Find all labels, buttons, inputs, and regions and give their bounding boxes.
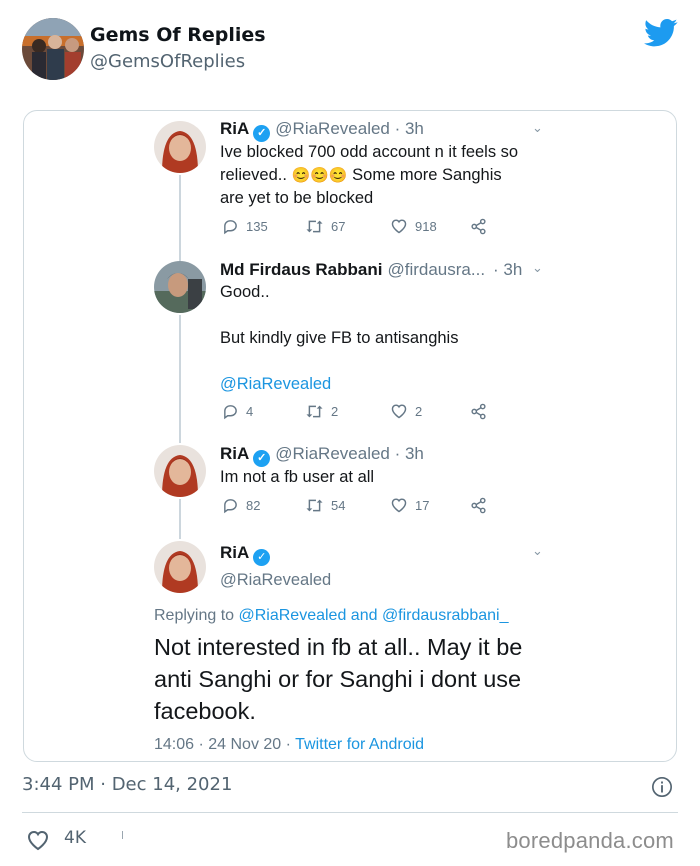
tweet-header: Gems Of Replies @GemsOfReplies: [0, 0, 700, 100]
chevron-down-icon[interactable]: ⌄: [532, 544, 543, 559]
reply-author[interactable]: RiA ✓ @RiaRevealed · 3h: [220, 444, 424, 467]
main-tweet-text: Not interested in fb at all.. May it be …: [154, 634, 523, 724]
tweet-source-link[interactable]: Twitter for Android: [295, 736, 424, 753]
thread-line: [179, 175, 181, 261]
retweet-button[interactable]: 67: [305, 218, 345, 235]
reply-button[interactable]: 82: [222, 497, 260, 514]
share-button[interactable]: [470, 218, 487, 235]
reply-button[interactable]: 135: [222, 218, 268, 235]
divider-tick: [122, 831, 123, 839]
verified-icon: ✓: [253, 549, 271, 566]
avatar[interactable]: [154, 541, 206, 593]
avatar[interactable]: [154, 445, 206, 497]
emoji: 😊😊😊: [291, 167, 348, 184]
like-button[interactable]: 2: [390, 403, 422, 419]
reply-icon: [224, 405, 237, 420]
watermark: boredpanda.com: [506, 828, 674, 853]
reply-text: Good.. But kindly give FB to antisanghis…: [220, 281, 560, 396]
chevron-down-icon[interactable]: ⌄: [532, 261, 543, 276]
share-icon: [471, 218, 486, 235]
like-button[interactable]: 918: [390, 218, 437, 234]
replying-to: Replying to @RiaRevealed and @firdausrab…: [154, 607, 509, 624]
share-button[interactable]: [470, 497, 487, 514]
reply-handle-time: @RiaRevealed · 3h: [275, 444, 424, 463]
thread-line: [179, 499, 181, 539]
reply-icon: [224, 499, 237, 514]
share-icon: [471, 403, 486, 420]
mention-link[interactable]: @RiaRevealed: [220, 373, 560, 396]
heart-icon: [391, 404, 407, 419]
reply-author[interactable]: Md Firdaus Rabbani @firdausra... · 3h: [220, 260, 522, 280]
verified-icon: ✓: [253, 125, 271, 142]
main-tweet-meta: 14:06 · 24 Nov 20 · Twitter for Android: [154, 736, 425, 753]
heart-icon: [391, 498, 407, 513]
heart-icon[interactable]: [26, 829, 50, 851]
retweet-button[interactable]: 2: [305, 403, 338, 420]
reply-handle-time: @RiaRevealed · 3h: [275, 119, 424, 138]
replying-to-links[interactable]: @RiaRevealed and @firdausrabbani_: [239, 607, 509, 624]
share-icon: [471, 497, 486, 514]
embedded-screenshot: RiA ✓ @RiaRevealed · 3h ⌄ Ive blocked 700 …: [23, 110, 677, 762]
main-author[interactable]: RiA ✓: [220, 543, 271, 566]
author-handle[interactable]: @GemsOfReplies: [90, 51, 245, 72]
tweet-timestamp[interactable]: 3:44 PM · Dec 14, 2021: [22, 774, 232, 795]
retweet-icon: [306, 499, 323, 512]
reply-text: Ive blocked 700 odd account n it feels s…: [220, 143, 519, 207]
avatar[interactable]: [154, 121, 206, 173]
author-display-name[interactable]: Gems Of Replies: [90, 24, 266, 46]
like-button[interactable]: 17: [390, 497, 429, 513]
share-button[interactable]: [470, 403, 487, 420]
reply-author[interactable]: RiA ✓ @RiaRevealed · 3h: [220, 119, 424, 142]
author-avatar[interactable]: [22, 18, 84, 80]
reply-time: · 3h: [493, 260, 523, 279]
reply-icon: [224, 220, 237, 235]
retweet-icon: [306, 405, 323, 418]
retweet-icon: [306, 220, 323, 233]
like-count[interactable]: 4K: [64, 828, 86, 848]
heart-icon: [391, 219, 407, 234]
chevron-down-icon[interactable]: ⌄: [532, 121, 543, 136]
avatar[interactable]: [154, 261, 206, 313]
reply-handle: @firdausra...: [387, 260, 486, 279]
info-icon[interactable]: [651, 776, 673, 798]
reply-button[interactable]: 4: [222, 403, 253, 420]
twitter-bird-icon[interactable]: [644, 18, 678, 48]
main-handle[interactable]: @RiaRevealed: [220, 571, 331, 590]
divider: [22, 812, 678, 813]
retweet-button[interactable]: 54: [305, 497, 345, 514]
verified-icon: ✓: [253, 450, 271, 467]
thread-line: [179, 315, 181, 443]
reply-text: Im not a fb user at all: [220, 468, 375, 486]
